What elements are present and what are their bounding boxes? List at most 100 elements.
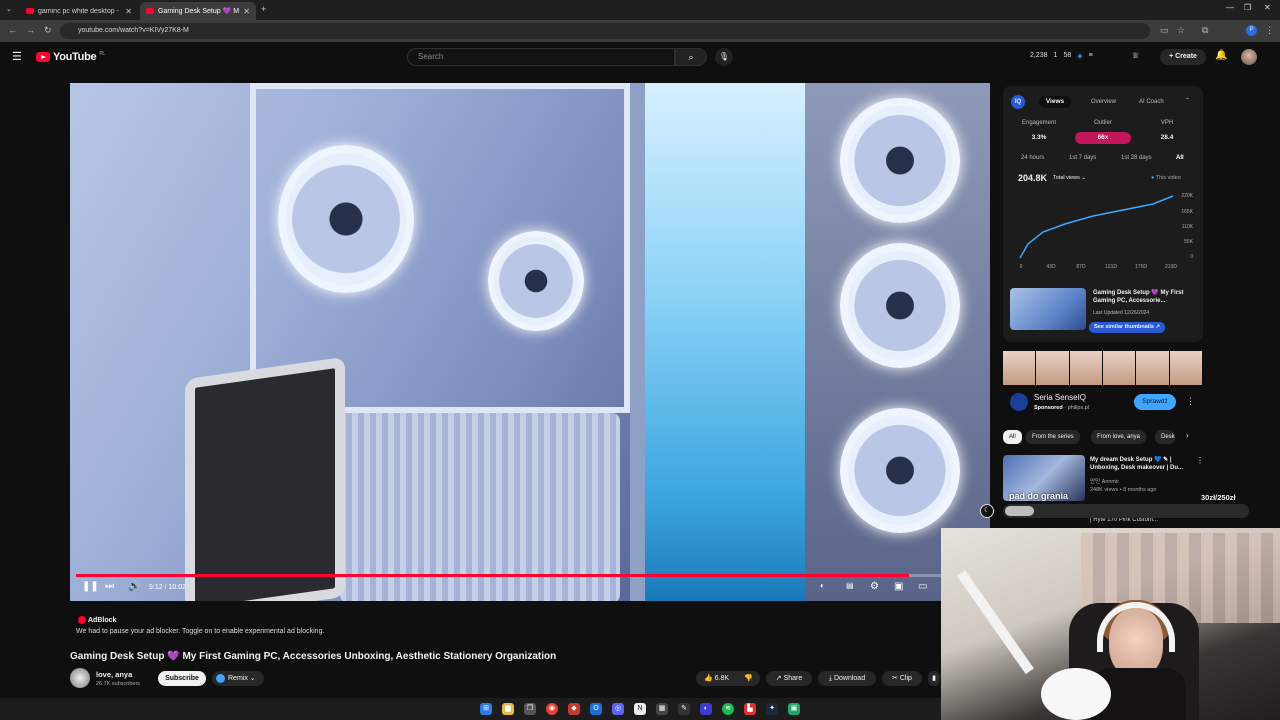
webcam-overlay — [941, 528, 1280, 720]
tab-search[interactable]: gaminc pc white desktop - YouTu... ✕ — [20, 2, 138, 20]
chevron-right-icon[interactable]: › — [1186, 431, 1189, 440]
close-icon[interactable]: ✕ — [243, 7, 250, 16]
sponsor-cta-button[interactable]: Sprawdź — [1134, 394, 1176, 410]
philips-logo[interactable] — [1010, 393, 1028, 411]
profile-icon[interactable]: P — [1246, 25, 1257, 36]
tab-views[interactable]: Views — [1039, 96, 1071, 108]
hamburger-menu-icon[interactable]: ☰ — [12, 50, 22, 63]
app-icon-4[interactable]: ▙ — [744, 703, 756, 715]
subscribe-button[interactable]: Subscribe — [158, 671, 206, 686]
notion-icon[interactable]: N — [634, 703, 646, 715]
app-icon[interactable]: ◆ — [568, 703, 580, 715]
trophy-icon[interactable]: ♕ — [1132, 51, 1139, 60]
save-button[interactable]: ▮ — [928, 671, 940, 686]
outlook-icon[interactable]: O — [590, 703, 602, 715]
forward-icon[interactable]: → — [26, 25, 35, 35]
back-icon[interactable]: ← — [8, 25, 17, 35]
restore-icon[interactable]: ❐ — [1244, 3, 1251, 12]
total-views-dropdown[interactable]: Total views ⌄ — [1053, 175, 1086, 181]
new-tab-button[interactable]: + — [261, 4, 266, 14]
browser-toolbar: ← → ↻ youtube.com/watch?v=KIVy27K8-M ▭ ☆… — [0, 20, 1280, 42]
voice-search-button[interactable]: 🎙 — [715, 48, 733, 66]
spotify-icon[interactable]: ≋ — [722, 703, 734, 715]
list-icon[interactable]: ≡ — [1089, 52, 1093, 60]
related-video-thumbnail[interactable] — [1010, 288, 1086, 330]
vidiq-stats[interactable]: 2,238 1 58 ◈ ≡ — [1030, 52, 1093, 60]
settings-gear-icon[interactable]: ⚙ — [870, 581, 879, 592]
stat-views: 1 — [1053, 52, 1058, 59]
chip-desk[interactable]: Desk — [1155, 430, 1175, 444]
next-icon[interactable]: ⏭ — [105, 581, 114, 592]
cast-icon[interactable]: ▭ — [1160, 25, 1169, 36]
steam-icon[interactable]: ✦ — [766, 703, 778, 715]
recommendation-menu-icon[interactable]: ⋮ — [1196, 456, 1204, 465]
browser-tab-bar: ⌄ gaminc pc white desktop - YouTu... ✕ G… — [0, 0, 1280, 20]
calculator-icon[interactable]: ▦ — [656, 703, 668, 715]
video-progress-bar[interactable] — [76, 574, 984, 577]
create-button[interactable]: + Create — [1160, 49, 1206, 65]
app-icon-3[interactable]: ◐ — [700, 703, 712, 715]
windows-start-icon[interactable]: ⊞ — [480, 703, 492, 715]
volume-icon[interactable]: 🔊 — [128, 581, 140, 592]
vidiq-icon[interactable]: ◈ — [1077, 52, 1082, 60]
tab-video[interactable]: Gaming Desk Setup 💜 My... ✕ — [140, 2, 256, 20]
range-all[interactable]: All — [1176, 155, 1184, 161]
chip-from-channel[interactable]: From love, anya — [1091, 430, 1147, 444]
clip-button[interactable]: ✂ Clip — [882, 671, 922, 686]
app-icon-2[interactable]: ✎ — [678, 703, 690, 715]
tab-ai-coach[interactable]: AI Coach — [1139, 99, 1164, 105]
recommendation-meta: 248K views • 8 months ago — [1090, 487, 1157, 493]
search-input[interactable]: Search — [407, 48, 675, 66]
sponsor-menu-icon[interactable]: ⋮ — [1186, 396, 1195, 407]
remix-button[interactable]: Remix ⌄ — [212, 671, 264, 686]
task-view-icon[interactable]: ❐ — [524, 703, 536, 715]
like-button[interactable]: 👍 6.8K 👎 — [696, 671, 760, 686]
download-button[interactable]: ⤓ Download — [818, 671, 876, 686]
range-28d[interactable]: 1st 28 days — [1121, 155, 1152, 161]
share-button[interactable]: ↗ Share — [766, 671, 812, 686]
theater-mode-icon[interactable]: ▭ — [918, 581, 927, 592]
discord-icon[interactable]: ◎ — [612, 703, 624, 715]
extensions-icon[interactable]: ⧉ — [1202, 25, 1208, 36]
menu-kebab-icon[interactable]: ⋮ — [1265, 25, 1274, 36]
avatar[interactable] — [1241, 49, 1257, 65]
chevron-up-icon[interactable]: ⌃ — [1185, 97, 1190, 104]
autoplay-toggle-icon[interactable]: ◐ — [820, 581, 825, 590]
goal-progress-bar — [1003, 504, 1249, 518]
ad-image-strip[interactable] — [1003, 351, 1203, 385]
range-7d[interactable]: 1st 7 days — [1069, 155, 1096, 161]
close-window-icon[interactable]: ✕ — [1264, 3, 1271, 12]
tab-overview[interactable]: Overview — [1091, 99, 1116, 105]
notifications-bell-icon[interactable]: 🔔 — [1215, 50, 1227, 61]
address-input[interactable]: youtube.com/watch?v=KIVy27K8-M — [60, 23, 1150, 39]
video-player[interactable]: ❚❚ ⏭ 🔊 9:12 / 10:02 ◐ ▤ ⚙ ▣ ▭ — [70, 83, 990, 601]
chip-all[interactable]: All — [1003, 430, 1022, 444]
chrome-icon[interactable]: ◉ — [546, 703, 558, 715]
channel-avatar[interactable] — [70, 668, 90, 688]
chip-from-series[interactable]: From the series — [1026, 430, 1080, 444]
tab-list-icon[interactable]: ⌄ — [6, 5, 12, 13]
channel-name[interactable]: love, anya — [96, 670, 132, 679]
microphone-icon: 🎙 — [718, 52, 730, 61]
reload-icon[interactable]: ↻ — [44, 25, 52, 36]
youtube-logo[interactable]: YouTube PL — [36, 51, 105, 63]
miniplayer-icon[interactable]: ▣ — [894, 581, 903, 592]
sponsor-title[interactable]: Seria SenseIQ — [1034, 393, 1086, 402]
minimize-icon[interactable]: — — [1226, 3, 1234, 12]
close-icon[interactable]: ✕ — [125, 7, 132, 16]
range-24h[interactable]: 24 hours — [1021, 155, 1044, 161]
see-similar-thumbnails-button[interactable]: See similar thumbnails ↗ — [1089, 322, 1166, 333]
search-button[interactable]: ⌕ — [675, 48, 707, 66]
app-icon-5[interactable]: ▣ — [788, 703, 800, 715]
bookmark-star-icon[interactable]: ☆ — [1177, 25, 1185, 36]
recommendation-title[interactable]: My dream Desk Setup 💙 ✎ | Unboxing, Desk… — [1090, 456, 1194, 472]
subtitles-icon[interactable]: ▤ — [846, 581, 854, 590]
thumbs-down-icon[interactable]: 👎 — [744, 671, 753, 686]
recommendation-channel[interactable]: 만민 Annmir — [1090, 477, 1119, 485]
pause-icon[interactable]: ❚❚ — [82, 581, 99, 592]
file-explorer-icon[interactable]: ▆ — [502, 703, 514, 715]
related-video-title[interactable]: Gaming Desk Setup 💜 My First Gaming PC, … — [1093, 289, 1199, 305]
youtube-favicon-icon — [26, 8, 34, 14]
youtube-masthead: ☰ YouTube PL Search ⌕ 🎙 2,238 1 58 ◈ ≡ ♕… — [0, 42, 1280, 72]
legend-this-video: ● This video — [1151, 175, 1181, 181]
